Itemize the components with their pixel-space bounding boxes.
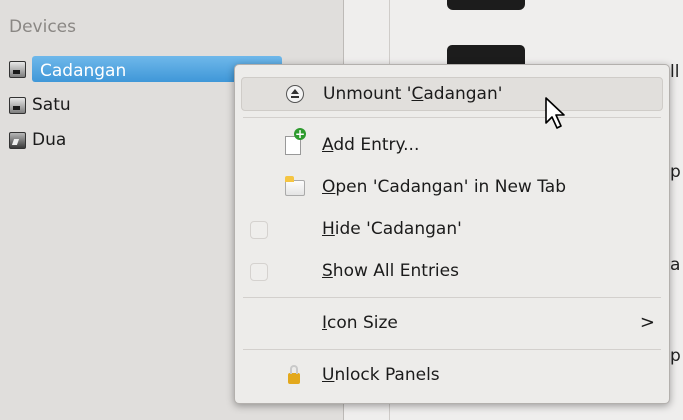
drive-icon	[9, 96, 26, 114]
chevron-right-icon: >	[639, 312, 655, 333]
place-item-label: Dua	[32, 130, 67, 150]
devices-section-header: Devices	[9, 17, 76, 37]
drive-icon	[9, 131, 26, 149]
menu-item-label: Unmount 'Cadangan'	[323, 84, 503, 104]
menu-item-hide[interactable]: Hide 'Cadangan'	[241, 213, 663, 247]
file-name-fragment[interactable]: p	[670, 346, 681, 366]
place-item-satu[interactable]: Satu	[9, 90, 71, 120]
eject-icon	[286, 85, 306, 105]
add-document-icon	[285, 128, 306, 156]
show-all-checkbox[interactable]	[250, 263, 268, 281]
place-item-dua[interactable]: Dua	[9, 125, 66, 155]
menu-item-show-all-entries[interactable]: Show All Entries	[241, 255, 663, 289]
file-name-fragment[interactable]: a	[670, 255, 680, 275]
lock-icon	[285, 365, 305, 386]
drive-icon	[9, 60, 26, 78]
menu-item-label: Unlock Panels	[322, 365, 440, 385]
mouse-pointer-icon	[545, 97, 565, 129]
file-thumbnail[interactable]	[447, 0, 525, 10]
file-name-fragment[interactable]: ll	[670, 62, 679, 82]
menu-item-open-new-tab[interactable]: Open 'Cadangan' in New Tab	[241, 171, 663, 205]
menu-item-label: Icon Size	[322, 313, 398, 333]
menu-item-label: Add Entry...	[322, 135, 420, 155]
menu-item-icon-size[interactable]: Icon Size >	[241, 307, 663, 341]
menu-separator	[243, 297, 661, 298]
menu-item-label: Hide 'Cadangan'	[322, 219, 462, 239]
menu-item-add-entry[interactable]: Add Entry...	[241, 128, 663, 163]
menu-item-label: Show All Entries	[322, 261, 459, 281]
menu-separator	[243, 117, 661, 118]
menu-item-label: Open 'Cadangan' in New Tab	[322, 177, 566, 197]
file-name-fragment[interactable]: p	[670, 162, 681, 182]
menu-item-unlock-panels[interactable]: Unlock Panels	[241, 359, 663, 393]
menu-separator	[243, 349, 661, 350]
place-item-label: Satu	[32, 95, 71, 115]
hide-checkbox[interactable]	[250, 221, 268, 239]
menu-item-unmount[interactable]: Unmount 'Cadangan'	[241, 77, 663, 111]
context-menu: Unmount 'Cadangan' Add Entry... Open 'Ca…	[234, 64, 670, 404]
folder-icon	[285, 176, 305, 198]
